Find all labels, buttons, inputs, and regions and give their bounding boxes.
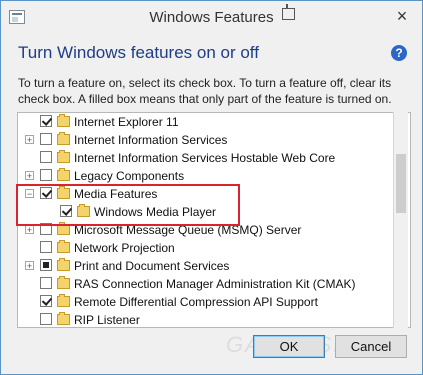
expand-icon[interactable]: + xyxy=(25,135,34,145)
help-icon[interactable]: ? xyxy=(391,45,407,61)
feature-checkbox[interactable] xyxy=(60,205,72,217)
scroll-thumb[interactable] xyxy=(396,154,406,213)
feature-checkbox[interactable] xyxy=(40,151,52,163)
feature-label: Internet Information Services Hostable W… xyxy=(74,151,336,165)
feature-checkbox[interactable] xyxy=(40,313,52,325)
collapse-icon[interactable]: − xyxy=(25,189,34,199)
feature-checkbox[interactable] xyxy=(40,223,52,235)
feature-row-iis[interactable]: + Internet Information Services xyxy=(18,131,393,149)
ok-button[interactable]: OK xyxy=(253,335,325,358)
feature-label: Microsoft Message Queue (MSMQ) Server xyxy=(74,223,302,237)
feature-checkbox[interactable] xyxy=(40,259,52,271)
feature-tree[interactable]: Internet Explorer 11 + Internet Informat… xyxy=(17,112,411,328)
windows-features-dialog: Windows Features × Turn Windows features… xyxy=(0,0,423,375)
pin-icon xyxy=(282,4,295,20)
feature-row-windows-media-player[interactable]: Windows Media Player xyxy=(18,203,393,221)
feature-row-remote-differential-compression[interactable]: Remote Differential Compression API Supp… xyxy=(18,293,393,311)
close-icon[interactable]: × xyxy=(390,5,414,27)
folder-icon xyxy=(57,240,70,253)
feature-row-iis-hostable-web-core[interactable]: Internet Information Services Hostable W… xyxy=(18,149,393,167)
folder-icon xyxy=(57,258,70,271)
feature-row-legacy-components[interactable]: + Legacy Components xyxy=(18,167,393,185)
feature-checkbox[interactable] xyxy=(40,169,52,181)
feature-label: Windows Media Player xyxy=(94,205,217,219)
feature-row-internet-explorer-11[interactable]: Internet Explorer 11 xyxy=(18,113,393,131)
folder-icon xyxy=(57,132,70,145)
feature-checkbox[interactable] xyxy=(40,187,52,199)
feature-label: Remote Differential Compression API Supp… xyxy=(74,295,318,309)
cancel-button[interactable]: Cancel xyxy=(335,335,407,358)
page-heading: Turn Windows features on or off xyxy=(18,43,259,62)
feature-label: Media Features xyxy=(74,187,158,201)
window-title: Windows Features xyxy=(149,9,274,26)
expand-icon[interactable]: + xyxy=(25,261,34,271)
feature-checkbox[interactable] xyxy=(40,133,52,145)
folder-icon xyxy=(57,168,70,181)
folder-icon xyxy=(57,276,70,289)
vertical-scrollbar[interactable] xyxy=(393,112,408,328)
feature-label: Internet Information Services xyxy=(74,133,228,147)
expand-icon[interactable]: + xyxy=(25,225,34,235)
feature-row-network-projection[interactable]: Network Projection xyxy=(18,239,393,257)
folder-icon xyxy=(57,150,70,163)
feature-row-ras-cmak[interactable]: RAS Connection Manager Administration Ki… xyxy=(18,275,393,293)
title-bar: Windows Features × xyxy=(1,1,422,35)
folder-icon xyxy=(57,312,70,325)
folder-icon xyxy=(57,114,70,127)
feature-label: Print and Document Services xyxy=(74,259,230,273)
feature-label: Network Projection xyxy=(74,241,175,255)
feature-row-media-features[interactable]: − Media Features xyxy=(18,185,393,203)
folder-icon xyxy=(57,294,70,307)
feature-label: RAS Connection Manager Administration Ki… xyxy=(74,277,356,291)
folder-icon xyxy=(57,222,70,235)
expand-icon[interactable]: + xyxy=(25,171,34,181)
feature-label: Internet Explorer 11 xyxy=(74,115,179,129)
feature-row-msmq-server[interactable]: + Microsoft Message Queue (MSMQ) Server xyxy=(18,221,393,239)
feature-checkbox[interactable] xyxy=(40,241,52,253)
folder-icon xyxy=(77,204,90,217)
instructions-text: To turn a feature on, select its check b… xyxy=(18,76,392,106)
feature-checkbox[interactable] xyxy=(40,295,52,307)
feature-checkbox[interactable] xyxy=(40,115,52,127)
feature-label: RIP Listener xyxy=(74,313,140,327)
folder-icon xyxy=(57,186,70,199)
feature-row-rip-listener[interactable]: RIP Listener xyxy=(18,311,393,327)
feature-row-print-document-services[interactable]: + Print and Document Services xyxy=(18,257,393,275)
feature-label: Legacy Components xyxy=(74,169,185,183)
feature-checkbox[interactable] xyxy=(40,277,52,289)
